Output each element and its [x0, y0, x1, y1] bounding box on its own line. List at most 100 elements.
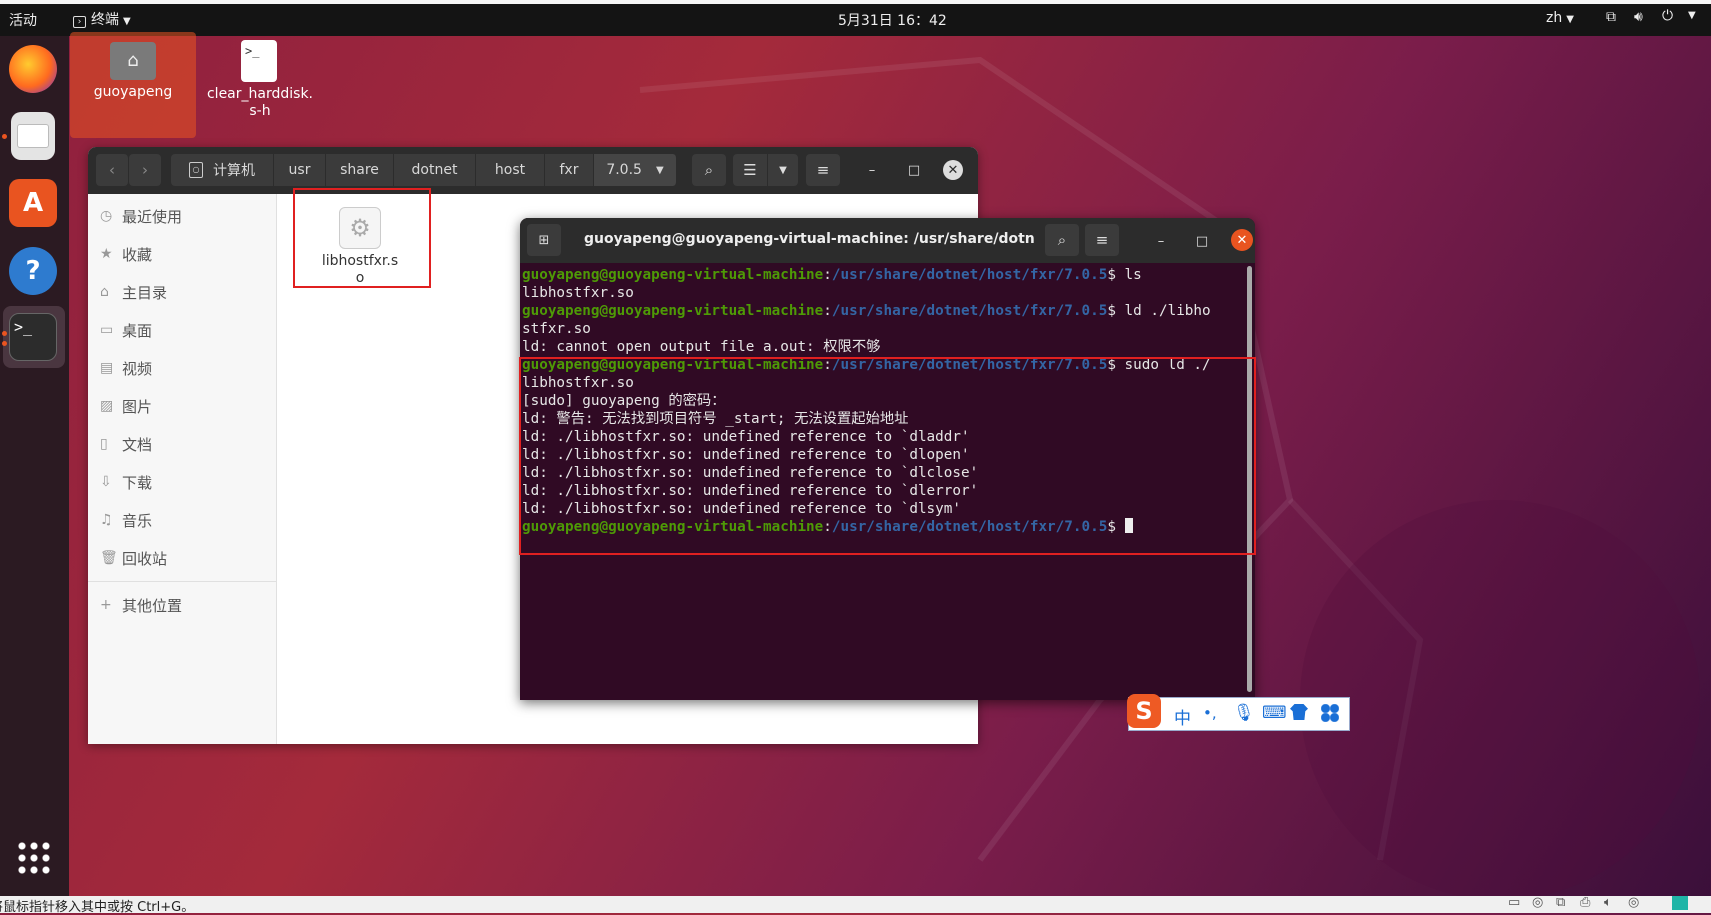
ime-punct-toggle[interactable]: •,: [1203, 704, 1217, 722]
prompt-path: /usr/share/dotnet/host/fxr/7.0.5: [831, 267, 1108, 283]
sidebar-item-documents[interactable]: ▯ 文档: [100, 432, 152, 456]
view-list-button[interactable]: ☰: [733, 154, 767, 186]
running-indicator: [2, 134, 7, 139]
language-menu[interactable]: zh ▼: [1546, 10, 1574, 26]
desktop-icon-script[interactable]: >_ clear_harddisk.s-h: [197, 40, 321, 120]
volume-icon[interactable]: 🔊︎: [1634, 9, 1643, 25]
terminal-icon[interactable]: >_: [9, 313, 57, 361]
home-icon: ⌂: [100, 284, 109, 300]
sidebar-item-desktop[interactable]: ▭ 桌面: [100, 318, 152, 342]
sidebar-divider: [88, 581, 276, 582]
desktop-icon-home[interactable]: ⌂ guoyapeng: [71, 42, 195, 100]
software-store-icon[interactable]: A: [9, 179, 57, 227]
sound-card-icon[interactable]: 🔈︎: [1604, 895, 1612, 910]
breadcrumb-share[interactable]: share: [326, 154, 394, 186]
terminal-prompt-line: guoyapeng@guoyapeng-virtual-machine:/usr…: [522, 303, 1211, 319]
sidebar-item-trash[interactable]: 🗑︎ 回收站: [100, 546, 167, 570]
network-icon[interactable]: ⧉: [1606, 9, 1616, 25]
dock: A ? >_: [0, 36, 69, 896]
terminal-menu-button[interactable]: ≡: [1085, 224, 1119, 256]
script-file-icon: >_: [241, 40, 277, 82]
trash-icon: 🗑︎: [100, 550, 118, 566]
terminal-close-button[interactable]: ✕: [1231, 229, 1253, 251]
power-icon[interactable]: ⏻: [1662, 8, 1673, 24]
breadcrumb-host[interactable]: host: [476, 154, 545, 186]
prompt-path: /usr/share/dotnet/host/fxr/7.0.5: [831, 303, 1108, 319]
activities-button[interactable]: 活动: [9, 10, 37, 30]
menu-button[interactable]: ≡: [806, 154, 840, 186]
file-manager-sidebar: ◷ 最近使用 ★ 收藏 ⌂ 主目录 ▭ 桌面 ▤ 视频 ▨ 图片 ▯ 文档 ⇩ 下载 ♫ 音乐 🗑…: [88, 194, 277, 744]
sidebar-item-home[interactable]: ⌂ 主目录: [100, 280, 167, 304]
app-menu[interactable]: › 终端 ▼: [73, 9, 131, 29]
drive-icon: ○: [189, 162, 203, 178]
sidebar-item-other-locations[interactable]: + 其他位置: [100, 593, 182, 617]
sidebar-item-videos[interactable]: ▤ 视频: [100, 356, 152, 380]
help-icon[interactable]: ?: [9, 247, 57, 295]
running-indicator: [2, 331, 7, 336]
sogou-logo-icon[interactable]: S: [1127, 694, 1161, 728]
back-button[interactable]: ‹: [96, 154, 128, 186]
sidebar-item-recent[interactable]: ◷ 最近使用: [100, 204, 182, 228]
star-icon: ★: [100, 246, 113, 262]
sidebar-item-downloads[interactable]: ⇩ 下载: [100, 470, 152, 494]
files-icon[interactable]: [11, 112, 55, 160]
prompt-user: guoyapeng@guoyapeng-virtual-machine: [522, 303, 824, 319]
chevron-down-icon: ▼: [123, 16, 131, 27]
chevron-down-icon: ▼: [1566, 14, 1574, 25]
terminal-search-button[interactable]: ⌕: [1045, 224, 1079, 256]
desktop-icon-label: clear_harddisk.s-h: [206, 86, 313, 119]
keyboard-icon[interactable]: ⌨: [1262, 703, 1287, 723]
sidebar-item-music[interactable]: ♫ 音乐: [100, 508, 152, 532]
sidebar-item-pictures[interactable]: ▨ 图片: [100, 394, 152, 418]
status-hint: 将鼠标指针移入其中或按 Ctrl+G。: [0, 900, 195, 915]
network-adapter-icon[interactable]: ⧉: [1556, 895, 1565, 910]
terminal-output-line: libhostfxr.so: [522, 285, 634, 301]
breadcrumb-fxr[interactable]: fxr: [545, 154, 594, 186]
breadcrumb-7-0-5[interactable]: 7.0.5 ▼: [594, 154, 677, 186]
terminal-output-line: stfxr.so: [522, 321, 591, 337]
terminal-prompt-line: guoyapeng@guoyapeng-virtual-machine:/usr…: [522, 267, 1142, 283]
breadcrumb-computer[interactable]: ○ 计算机: [171, 154, 274, 186]
hdd-icon[interactable]: ▭: [1508, 895, 1520, 910]
prompt-user: guoyapeng@guoyapeng-virtual-machine: [522, 267, 824, 283]
desktop-icon-label: guoyapeng: [93, 84, 173, 100]
minimize-button[interactable]: –: [861, 159, 883, 181]
terminal-highlight-box: [519, 357, 1256, 555]
terminal-output-line: ld: cannot open output file a.out: 权限不够: [522, 339, 881, 355]
download-icon: ⇩: [100, 474, 112, 490]
notes-icon[interactable]: [1672, 896, 1688, 910]
maximize-button[interactable]: □: [903, 159, 925, 181]
top-bar: 活动 › 终端 ▼ 5月31日 16：42 zh ▼ ⧉ 🔊︎ ⏻ ▼: [0, 4, 1711, 36]
document-icon: ▯: [100, 436, 108, 452]
chevron-down-icon[interactable]: ▼: [1688, 10, 1696, 21]
cd-icon[interactable]: ◎: [1532, 895, 1543, 910]
sidebar-item-starred[interactable]: ★ 收藏: [100, 242, 152, 266]
terminal-maximize-button[interactable]: □: [1191, 230, 1213, 252]
terminal-title: guoyapeng@guoyapeng-virtual-machine: /us…: [584, 231, 1034, 247]
music-icon: ♫: [100, 512, 113, 528]
forward-button[interactable]: ›: [129, 154, 161, 186]
ime-mode-toggle[interactable]: 中: [1174, 704, 1191, 729]
skin-shirt-icon[interactable]: [1290, 704, 1308, 720]
chevron-down-icon: ▼: [655, 164, 664, 176]
toolbox-icon[interactable]: [1321, 704, 1339, 722]
close-button[interactable]: ✕: [943, 160, 963, 180]
desktop-icon: ▭: [100, 322, 114, 338]
new-tab-button[interactable]: ⊞: [527, 224, 561, 256]
ime-toolbar[interactable]: S 中 •, 🎙︎ ⌨: [1127, 694, 1350, 731]
file-manager-headerbar: ‹ › ○ 计算机 usr share dotnet host fxr 7.0.…: [88, 147, 978, 194]
terminal-small-icon: ›: [73, 16, 86, 28]
video-icon: ▤: [100, 360, 114, 376]
search-button[interactable]: ⌕: [692, 154, 726, 186]
usb-icon[interactable]: ◎: [1628, 895, 1639, 910]
firefox-icon[interactable]: [9, 45, 57, 93]
clock[interactable]: 5月31日 16：42: [838, 10, 947, 30]
show-apps-icon[interactable]: [16, 840, 50, 874]
printer-icon[interactable]: ⎙: [1580, 895, 1590, 910]
command-text: $ ld ./libho: [1107, 303, 1211, 319]
breadcrumb-usr[interactable]: usr: [274, 154, 326, 186]
microphone-icon[interactable]: 🎙︎: [1233, 703, 1255, 723]
terminal-minimize-button[interactable]: –: [1150, 230, 1172, 252]
view-options-button[interactable]: ▼: [768, 154, 798, 186]
breadcrumb-dotnet[interactable]: dotnet: [394, 154, 476, 186]
